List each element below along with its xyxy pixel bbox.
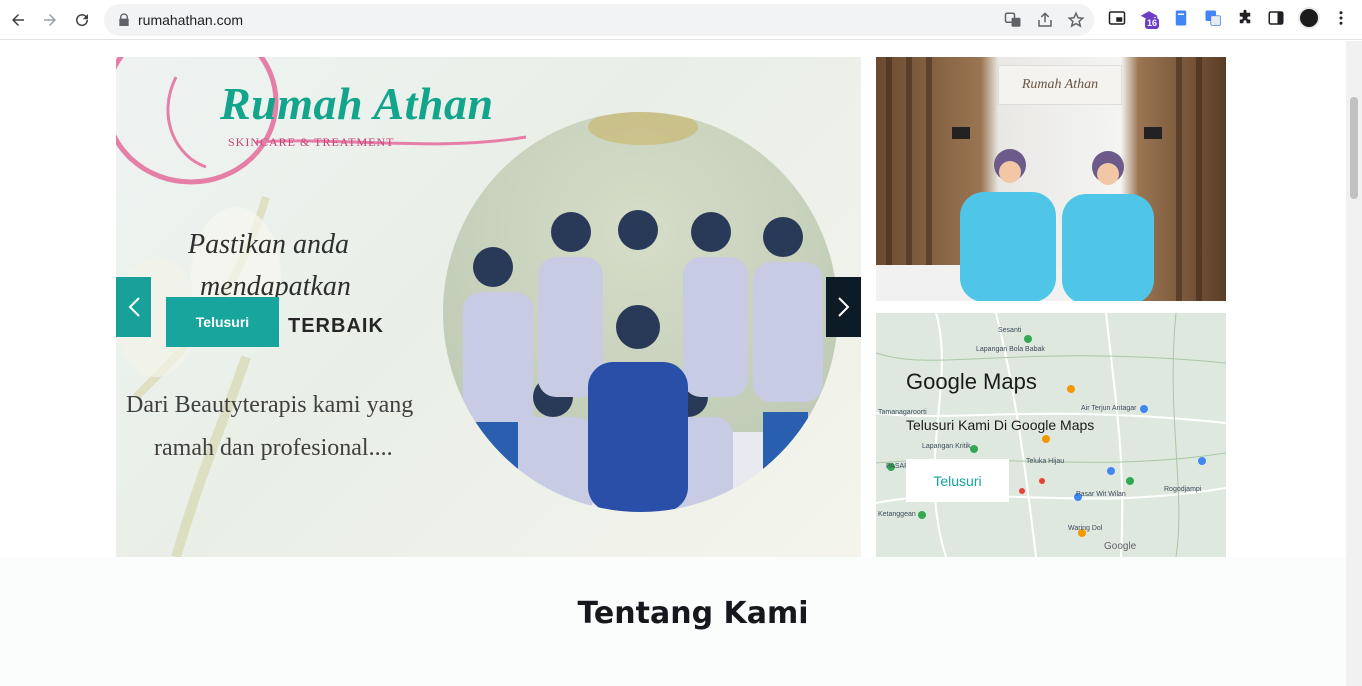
map-cta-button[interactable]: Telusuri (906, 459, 1009, 502)
reload-icon (76, 14, 89, 27)
clinic-photo-card[interactable]: Rumah Athan (876, 57, 1226, 301)
team-photo-illustration (443, 112, 838, 512)
map-label: Pasar Wit Wilan (1076, 491, 1126, 498)
google-maps-card[interactable]: Sesanti Lapangan Bola Babak Tamanagaroor… (876, 313, 1226, 557)
map-card-title: Google Maps (906, 369, 1037, 394)
body-line-2: ramah dan profesional.... (154, 435, 393, 461)
side-panel-icon[interactable] (1267, 9, 1285, 27)
section-title: Tentang Kami (577, 596, 809, 631)
page-scrollbar[interactable] (1346, 41, 1362, 686)
hero-carousel: Rumah Athan SKINCARE & TREATMENT Pastika… (116, 57, 861, 557)
clinic-logo: Rumah Athan (998, 65, 1122, 105)
map-card-subtitle: Telusuri Kami Di Google Maps (906, 417, 1095, 433)
map-label: Ketanggean (878, 511, 916, 518)
more-vert-icon[interactable] (1332, 9, 1350, 27)
document-extension-icon[interactable] (1172, 9, 1190, 27)
extension-badge: 16 (1145, 18, 1160, 29)
google-watermark: Google (1104, 541, 1137, 552)
map-illustration (876, 313, 1226, 557)
chevron-right-icon (837, 297, 849, 317)
chevron-left-icon (128, 297, 140, 317)
body-line-1: Dari Beautyterapis kami yang (126, 392, 414, 418)
reload-button[interactable] (70, 8, 94, 32)
headline-word: TERBAIK (288, 315, 384, 337)
arrow-left-icon (12, 14, 24, 26)
brand-logo: Rumah Athan (220, 78, 494, 129)
scrollbar-thumb[interactable] (1350, 97, 1358, 199)
share-icon[interactable] (1036, 11, 1054, 29)
google-translate-icon[interactable] (1204, 9, 1222, 27)
address-bar[interactable]: rumahathan.com (104, 4, 1094, 36)
arrow-right-icon (44, 14, 56, 26)
puzzle-icon[interactable] (1236, 9, 1254, 27)
url-text: rumahathan.com (138, 12, 244, 28)
carousel-next-button[interactable] (826, 277, 861, 337)
lock-icon (119, 13, 129, 26)
map-label: Tamanagaroorti (878, 409, 927, 416)
map-label: Lapangan Bola Babak (976, 346, 1045, 353)
script-line-1: Pastikan anda (188, 229, 349, 260)
map-label: Teluka Hijau (1026, 458, 1065, 465)
star-icon[interactable] (1067, 11, 1085, 29)
forward-button[interactable] (38, 8, 62, 32)
picture-in-picture-icon[interactable] (1108, 9, 1126, 27)
profile-avatar[interactable] (1298, 7, 1320, 29)
brand-subtitle: SKINCARE & TREATMENT (228, 135, 395, 149)
map-label: Rogodjampi (1164, 486, 1202, 493)
browser-toolbar: rumahathan.com 16 (0, 0, 1362, 40)
carousel-prev-button[interactable] (116, 277, 151, 337)
team-photo (443, 112, 838, 512)
page-viewport: Rumah Athan SKINCARE & TREATMENT Pastika… (0, 41, 1346, 686)
map-label: Waring Dol (1068, 525, 1103, 532)
back-button[interactable] (6, 8, 30, 32)
translate-icon[interactable] (1004, 11, 1022, 29)
map-label: Lapangan Kritik (922, 443, 971, 450)
map-label: Air Terjun Antagar (1081, 405, 1137, 412)
carousel-cta-button[interactable]: Telusuri (166, 297, 279, 347)
map-label: Sesanti (998, 327, 1022, 334)
